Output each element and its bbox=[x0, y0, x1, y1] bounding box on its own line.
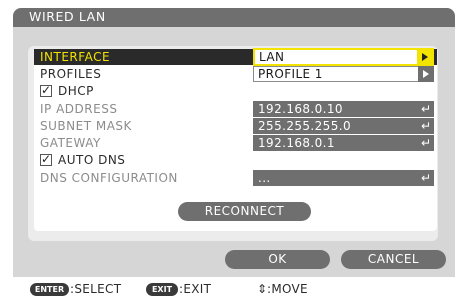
row-interface[interactable]: INTERFACE LAN bbox=[34, 48, 437, 66]
settings-panel: INTERFACE LAN PROFILES PROFILE 1 ✓ DHCP … bbox=[28, 46, 438, 241]
dns-configuration-field[interactable]: ... ↵ bbox=[253, 170, 434, 186]
enter-icon: ↵ bbox=[420, 171, 431, 185]
interface-value: LAN bbox=[259, 50, 285, 64]
row-dns-configuration[interactable]: DNS CONFIGURATION ... ↵ bbox=[34, 170, 437, 186]
exit-key-icon: EXIT bbox=[146, 283, 178, 296]
dhcp-checkbox[interactable]: ✓ bbox=[40, 83, 52, 97]
auto-dns-checkbox[interactable]: ✓ bbox=[40, 152, 52, 166]
subnet-mask-field[interactable]: 255.255.255.0 ↵ bbox=[253, 118, 434, 134]
interface-arrow-button[interactable] bbox=[417, 48, 434, 66]
profiles-label: PROFILES bbox=[40, 67, 102, 81]
subnet-mask-label: SUBNET MASK bbox=[40, 119, 132, 133]
gateway-field[interactable]: 192.168.0.1 ↵ bbox=[253, 135, 434, 151]
enter-icon: ↵ bbox=[420, 136, 431, 150]
dhcp-label: DHCP bbox=[58, 84, 94, 98]
profiles-value: PROFILE 1 bbox=[258, 67, 323, 81]
dns-configuration-label: DNS CONFIGURATION bbox=[40, 171, 178, 185]
ip-address-value: 192.168.0.10 bbox=[258, 102, 343, 116]
key-hints-footer: ENTER :SELECT EXIT :EXIT ⇕ :MOVE bbox=[0, 281, 467, 298]
row-profiles[interactable]: PROFILES PROFILE 1 bbox=[34, 66, 437, 82]
enter-icon: ↵ bbox=[420, 102, 431, 116]
row-gateway[interactable]: GATEWAY 192.168.0.1 ↵ bbox=[34, 135, 437, 151]
reconnect-button[interactable]: RECONNECT bbox=[178, 202, 311, 221]
dns-configuration-value: ... bbox=[258, 171, 271, 185]
move-arrows-icon: ⇕ bbox=[257, 282, 268, 296]
enter-icon: ↵ bbox=[420, 119, 431, 133]
gateway-label: GATEWAY bbox=[40, 136, 101, 150]
play-arrow-icon bbox=[423, 70, 429, 78]
row-dhcp[interactable]: ✓ DHCP bbox=[34, 83, 437, 99]
checkmark-icon: ✓ bbox=[41, 83, 52, 97]
move-hint: :MOVE bbox=[267, 282, 308, 296]
window-title: WIRED LAN bbox=[29, 9, 106, 24]
profiles-arrow-button[interactable] bbox=[418, 66, 434, 82]
ok-button[interactable]: OK bbox=[225, 250, 330, 269]
title-bar: WIRED LAN bbox=[13, 8, 455, 27]
enter-key-icon: ENTER bbox=[30, 283, 69, 296]
row-ip-address[interactable]: IP ADDRESS 192.168.0.10 ↵ bbox=[34, 101, 437, 117]
row-subnet-mask[interactable]: SUBNET MASK 255.255.255.0 ↵ bbox=[34, 118, 437, 134]
ip-address-field[interactable]: 192.168.0.10 ↵ bbox=[253, 101, 434, 117]
exit-hint: :EXIT bbox=[179, 282, 212, 296]
interface-select[interactable]: LAN bbox=[253, 48, 434, 66]
auto-dns-label: AUTO DNS bbox=[58, 153, 126, 167]
cancel-button[interactable]: CANCEL bbox=[341, 250, 446, 269]
profiles-select[interactable]: PROFILE 1 bbox=[253, 66, 434, 82]
wired-lan-window: WIRED LAN INTERFACE LAN PROFILES PROFILE… bbox=[0, 0, 467, 298]
gateway-value: 192.168.0.1 bbox=[258, 136, 335, 150]
interface-label: INTERFACE bbox=[40, 50, 111, 64]
enter-hint: :SELECT bbox=[70, 282, 122, 296]
play-arrow-icon bbox=[422, 53, 428, 61]
checkmark-icon: ✓ bbox=[41, 152, 52, 166]
ip-address-label: IP ADDRESS bbox=[40, 102, 118, 116]
subnet-mask-value: 255.255.255.0 bbox=[258, 119, 351, 133]
dialog-body: INTERFACE LAN PROFILES PROFILE 1 ✓ DHCP … bbox=[13, 27, 455, 277]
row-auto-dns[interactable]: ✓ AUTO DNS bbox=[34, 152, 437, 168]
